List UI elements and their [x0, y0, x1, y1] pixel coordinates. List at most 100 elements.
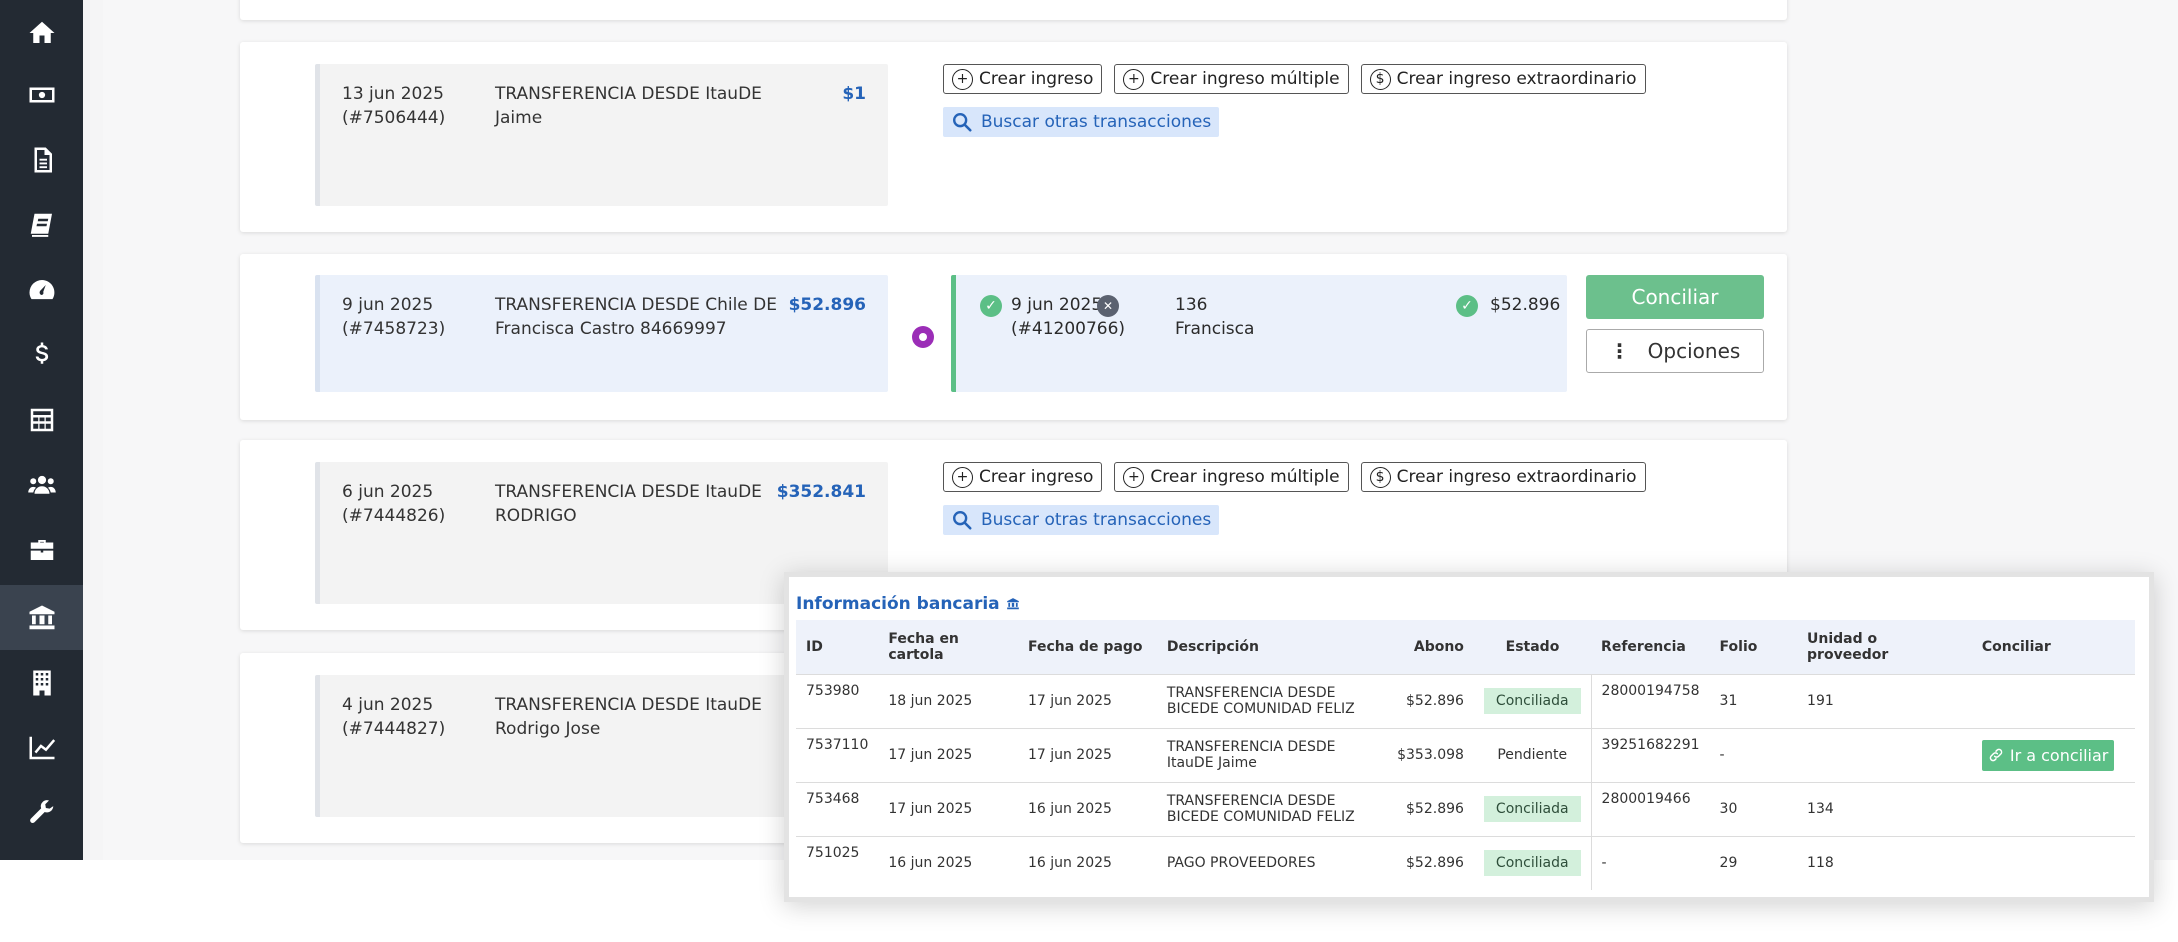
status-badge: Conciliada: [1483, 850, 1581, 877]
document-icon: [34, 147, 52, 172]
cell-unidad: [1797, 728, 1972, 782]
cell-fecha-cartola: 18 jun 2025: [888, 693, 973, 709]
table-header-row: ID Fecha en cartola Fecha de pago Descri…: [796, 620, 2135, 674]
cell-conciliar: [1972, 674, 2135, 728]
wrench-icon: [29, 799, 53, 823]
status-badge: Conciliada: [1483, 796, 1581, 822]
transaction-description: TRANSFERENCIA DESDE Chile DE Francisca C…: [495, 295, 777, 339]
link-icon: [1989, 748, 2003, 762]
col-fecha-cartola: Fecha en cartola: [888, 630, 959, 663]
sidebar-item-calculator[interactable]: [0, 387, 83, 452]
cell-abono: $52.896: [1406, 801, 1464, 817]
sidebar-item-home[interactable]: [0, 0, 83, 65]
col-fecha-pago: Fecha de pago: [1027, 638, 1143, 655]
table-row[interactable]: 7537110 17 jun 2025 17 jun 2025 TRANSFER…: [796, 728, 2135, 782]
sidebar-item-building[interactable]: [0, 650, 83, 715]
ir-a-conciliar-button[interactable]: Ir a conciliar: [1981, 739, 2115, 771]
sidebar-item-documents[interactable]: [0, 127, 83, 192]
money-icon: [29, 87, 54, 102]
dollar-circle-icon: $: [1369, 68, 1391, 90]
status-badge: Conciliada: [1483, 688, 1581, 714]
sidebar-item-dashboard[interactable]: [0, 257, 83, 322]
transaction-card: 13 jun 2025 (#7506444) TRANSFERENCIA DESD…: [240, 42, 1787, 232]
cell-id: 7537110: [806, 736, 869, 753]
briefcase-icon: [30, 539, 53, 560]
plus-multiple-icon: +: [1123, 466, 1145, 488]
bank-transaction[interactable]: 9 jun 2025 (#7458723) TRANSFERENCIA DESDE…: [315, 275, 888, 392]
users-icon: [27, 475, 56, 494]
crear-ingreso-extraordinario-button[interactable]: $ Crear ingreso extraordinario: [1360, 64, 1646, 94]
cell-fecha-cartola: 17 jun 2025: [888, 747, 973, 763]
cell-descripcion: PAGO PROVEEDORES: [1166, 855, 1316, 872]
sidebar-item-bank[interactable]: [0, 585, 83, 650]
transaction-description: TRANSFERENCIA DESDE ItauDE Jaime: [495, 84, 762, 128]
plus-circle-icon: +: [952, 68, 973, 90]
cell-abono: $52.896: [1406, 693, 1464, 709]
bank-transaction[interactable]: 13 jun 2025 (#7506444) TRANSFERENCIA DESD…: [315, 64, 888, 206]
cell-abono: $353.098: [1397, 747, 1464, 763]
transaction-description: TRANSFERENCIA DESDE ItauDE Rodrigo Jose: [495, 695, 762, 739]
transaction-card-matched: 9 jun 2025 (#7458723) TRANSFERENCIA DESDE…: [240, 254, 1787, 420]
sidebar-item-briefcase[interactable]: [0, 517, 83, 582]
cell-unidad: 118: [1807, 855, 1834, 872]
sidebar-item-dollar[interactable]: [0, 322, 83, 387]
sidebar-item-settings[interactable]: [0, 780, 83, 845]
table-row[interactable]: 753468 17 jun 2025 16 jun 2025 TRANSFERE…: [796, 782, 2135, 836]
col-descripcion: Descripción: [1166, 638, 1259, 655]
cell-referencia: 28000194758: [1590, 674, 1710, 728]
match-unit: 136 Francisca: [1175, 295, 1255, 339]
buscar-transacciones-link[interactable]: Buscar otras transacciones: [943, 505, 1220, 535]
dollar-circle-icon: $: [1369, 466, 1391, 488]
sidebar-item-users[interactable]: [0, 452, 83, 517]
cell-fecha-pago: 16 jun 2025: [1027, 801, 1112, 817]
cell-conciliar: Ir a conciliar: [1972, 728, 2135, 782]
home-icon: [29, 21, 54, 43]
search-icon: [953, 511, 972, 530]
transaction-date: 6 jun 2025 (#7444826): [342, 482, 446, 526]
cell-fecha-cartola: 17 jun 2025: [888, 801, 973, 817]
transaction-date: 13 jun 2025 (#7506444): [342, 84, 446, 128]
cell-fecha-pago: 16 jun 2025: [1027, 855, 1112, 872]
col-estado: Estado: [1505, 638, 1560, 655]
card-partial: [240, 0, 1787, 20]
buscar-transacciones-link[interactable]: Buscar otras transacciones: [943, 107, 1220, 137]
sidebar-item-chart[interactable]: [0, 715, 83, 780]
match-radio[interactable]: [912, 326, 934, 348]
chart-icon: [29, 736, 55, 759]
col-folio: Folio: [1719, 638, 1758, 655]
calculator-icon: [30, 408, 53, 431]
crear-ingreso-button[interactable]: + Crear ingreso: [943, 64, 1103, 94]
plus-circle-icon: +: [952, 466, 973, 488]
cell-folio: -: [1719, 747, 1725, 763]
cell-folio: 30: [1719, 801, 1738, 817]
cell-referencia: -: [1590, 836, 1710, 890]
book-icon: [30, 213, 52, 237]
transaction-amount: $352.841: [776, 482, 866, 502]
matched-income[interactable]: ✓ 9 jun 2025 (#41200766) ✕ 136 Francisca ✓…: [951, 275, 1567, 392]
crear-ingreso-multiple-button[interactable]: + Crear ingreso múltiple: [1114, 64, 1349, 94]
cell-descripcion: TRANSFERENCIA DESDE BICEDE COMUNIDAD FEL…: [1166, 685, 1355, 717]
dollar-icon: [35, 342, 48, 364]
opciones-button[interactable]: ⋮ Opciones: [1586, 329, 1764, 373]
crear-ingreso-button[interactable]: + Crear ingreso: [943, 462, 1103, 492]
cell-id: 753980: [806, 682, 860, 699]
crear-ingreso-multiple-button[interactable]: + Crear ingreso múltiple: [1114, 462, 1349, 492]
cell-id: 753468: [806, 790, 860, 807]
bank-icon: [29, 605, 54, 629]
sidebar-item-book[interactable]: [0, 192, 83, 257]
cell-folio: 31: [1719, 693, 1738, 709]
table-row[interactable]: 751025 16 jun 2025 16 jun 2025 PAGO PROV…: [796, 836, 2135, 890]
col-abono: Abono: [1413, 638, 1464, 655]
cell-descripcion: TRANSFERENCIA DESDE ItauDE Jaime: [1166, 739, 1336, 771]
sidebar-item-money[interactable]: [0, 62, 83, 127]
conciliar-button[interactable]: Conciliar: [1586, 275, 1764, 319]
crear-ingreso-extraordinario-button[interactable]: $ Crear ingreso extraordinario: [1360, 462, 1646, 492]
cell-folio: 29: [1719, 855, 1738, 872]
popup-title: Información bancaria: [796, 594, 1020, 614]
cell-fecha-cartola: 16 jun 2025: [888, 855, 973, 872]
table-row[interactable]: 753980 18 jun 2025 17 jun 2025 TRANSFERE…: [796, 674, 2135, 728]
close-icon[interactable]: ✕: [1097, 295, 1119, 317]
cell-conciliar: [1972, 836, 2135, 890]
col-referencia: Referencia: [1601, 638, 1686, 655]
col-conciliar: Conciliar: [1981, 638, 2051, 655]
